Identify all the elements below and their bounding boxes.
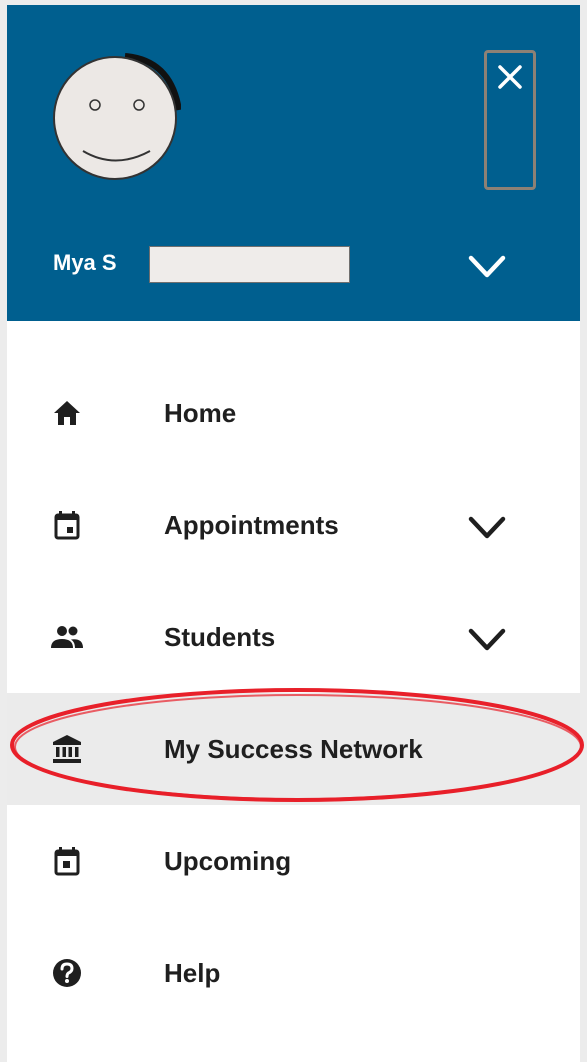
chevron-down-icon[interactable] [467, 247, 507, 287]
user-name: Mya S [53, 250, 117, 275]
help-icon [53, 959, 81, 987]
calendar-icon [54, 511, 80, 540]
drawer-header: Mya S [7, 5, 580, 321]
nav-label-appointments: Appointments [164, 510, 339, 540]
nav-label-students: Students [164, 622, 276, 652]
close-button[interactable] [484, 50, 536, 190]
close-icon [498, 65, 522, 89]
nav-item-students[interactable]: Students [7, 581, 580, 693]
avatar-face-icon [53, 53, 181, 180]
chevron-down-icon[interactable] [467, 619, 507, 659]
chevron-down-icon[interactable] [467, 507, 507, 547]
home-icon [54, 401, 80, 425]
nav-item-home[interactable]: Home [7, 357, 580, 469]
redaction-box [149, 246, 350, 283]
nav-menu: Home Appointments Students My Success Ne… [7, 321, 580, 1062]
calendar-icon [54, 847, 80, 876]
navigation-drawer: Mya S Home Appointments Students My Succ… [7, 5, 580, 1062]
nav-label-my-success-network: My Success Network [164, 734, 423, 764]
nav-label-upcoming: Upcoming [164, 846, 292, 876]
nav-item-appointments[interactable]: Appointments [7, 469, 580, 581]
nav-label-home: Home [164, 398, 237, 428]
nav-label-help: Help [164, 958, 221, 988]
bank-icon [53, 735, 81, 763]
people-icon [51, 626, 83, 648]
nav-item-my-success-network[interactable]: My Success Network [7, 693, 580, 805]
nav-item-help[interactable]: Help [7, 917, 580, 1029]
nav-item-upcoming[interactable]: Upcoming [7, 805, 580, 917]
